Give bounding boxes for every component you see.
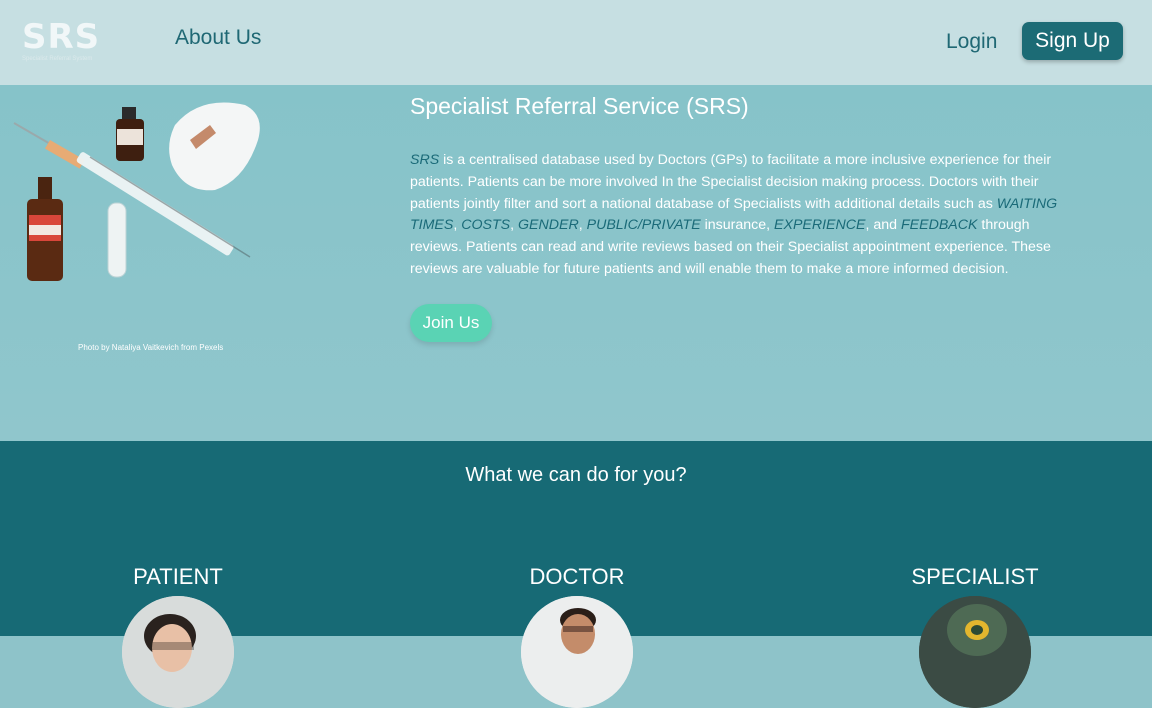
costs-highlight: COSTS	[461, 217, 511, 234]
features-title: What we can do for you?	[465, 464, 687, 486]
specialist-photo	[919, 596, 1031, 708]
about-us-link[interactable]: About Us	[175, 26, 261, 50]
features-section: What we can do for you? PATIENT DOCTOR S…	[0, 441, 1152, 708]
large-vial-image	[27, 177, 63, 281]
patient-role[interactable]: PATIENT	[78, 564, 278, 590]
medical-supplies-photo	[13, 102, 260, 281]
doctor-role[interactable]: DOCTOR	[477, 564, 677, 590]
navbar: SRS Specialist Referral System About Us …	[0, 0, 1152, 85]
cotton-pad-image	[169, 102, 260, 191]
doctor-avatar[interactable]	[521, 596, 633, 708]
doctor-photo	[521, 596, 633, 708]
sign-up-button[interactable]: Sign Up	[1022, 22, 1123, 60]
logo-subtitle: Specialist Referral System	[22, 56, 93, 62]
ampoule-image	[107, 202, 127, 278]
srs-logo[interactable]: SRS Specialist Referral System	[22, 20, 102, 64]
specialist-label: SPECIALIST	[911, 564, 1039, 589]
photo-credit: Photo by Nataliya Vaitkevich from Pexels	[78, 343, 224, 352]
join-us-button[interactable]: Join Us	[410, 304, 492, 342]
specialist-role[interactable]: SPECIALIST	[875, 564, 1075, 590]
srs-highlight: SRS	[410, 152, 440, 168]
feedback-highlight: FEEDBACK	[900, 217, 978, 234]
desc-sep-2: ,	[510, 217, 519, 234]
doctor-label: DOCTOR	[529, 564, 625, 589]
gender-highlight: GENDER	[518, 217, 579, 234]
hero-section: Photo by Nataliya Vaitkevich from Pexels…	[0, 85, 1152, 441]
desc-text-2: insurance,	[700, 217, 775, 234]
hero-title: Specialist Referral Service (SRS)	[410, 93, 749, 119]
small-vial-image	[116, 107, 144, 161]
desc-text-3: , and	[865, 217, 901, 234]
experience-highlight: EXPERIENCE	[774, 217, 866, 234]
logo-text: SRS	[22, 17, 101, 57]
login-link[interactable]: Login	[946, 30, 997, 54]
desc-sep-3: ,	[578, 217, 587, 234]
public-private-highlight: PUBLIC/PRIVATE	[586, 217, 701, 234]
desc-text-1: is a centralised database used by Doctor…	[410, 152, 1052, 212]
patient-label: PATIENT	[133, 564, 223, 589]
patient-avatar[interactable]	[122, 596, 234, 708]
specialist-avatar[interactable]	[919, 596, 1031, 708]
hero-description: SRS is a centralised database used by Do…	[410, 150, 1082, 281]
patient-photo	[122, 596, 234, 708]
